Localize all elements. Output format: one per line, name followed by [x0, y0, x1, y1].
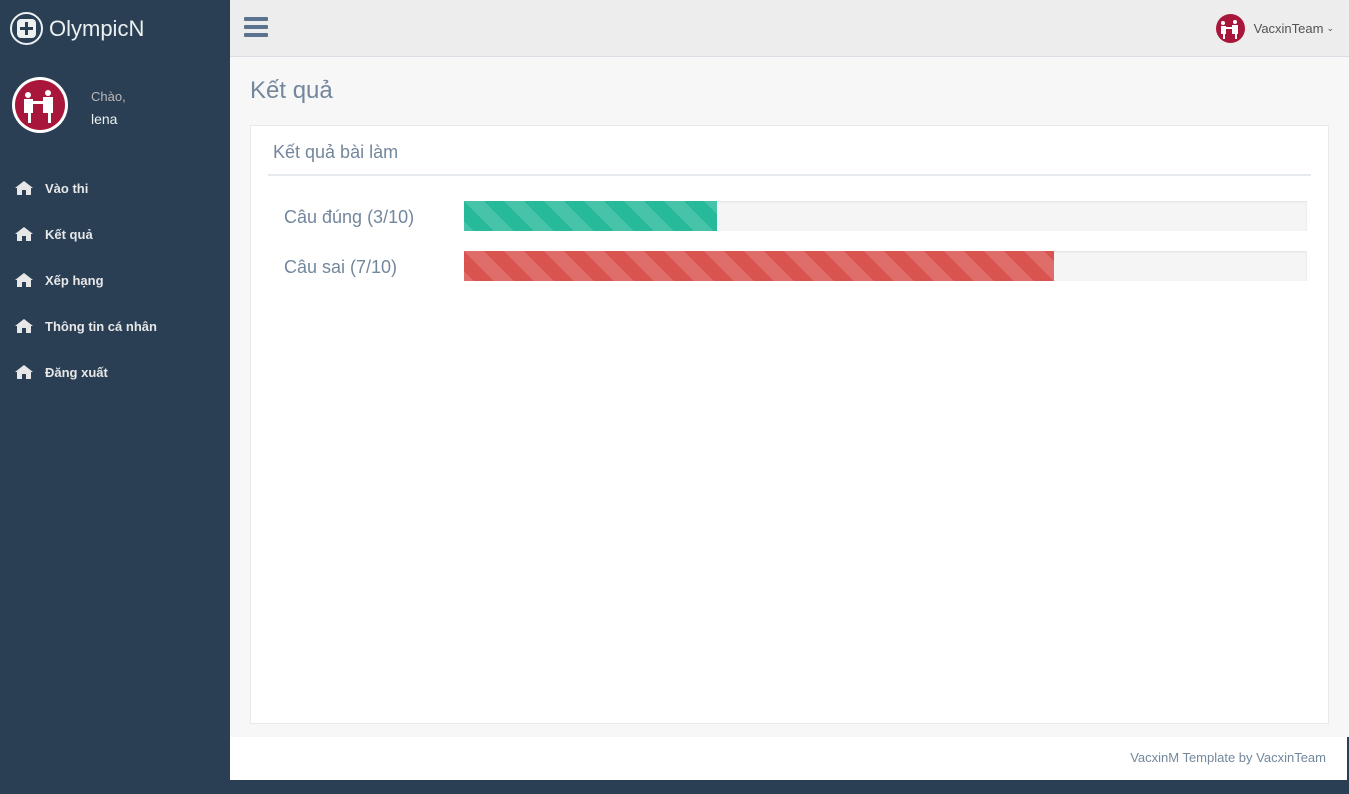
user-menu[interactable]: VacxinTeam ⌄	[1215, 14, 1334, 43]
brand[interactable]: OlympicN	[0, 0, 230, 57]
progress-bar-correct	[464, 201, 717, 231]
sidebar-item-label: Xếp hạng	[45, 272, 104, 288]
sidebar-item-label: Kết quả	[45, 226, 93, 242]
stat-row-correct: Câu đúng (3/10)	[284, 201, 1314, 231]
progress-track	[464, 201, 1307, 231]
results-panel: Kết quả bài làm Câu đúng (3/10) Câu sai …	[250, 125, 1329, 724]
home-icon	[15, 365, 33, 379]
sidebar-item-label: Thông tin cá nhân	[45, 318, 157, 334]
divider	[268, 174, 1311, 176]
main-content: Kết quả Kết quả bài làm Câu đúng (3/10) …	[230, 57, 1349, 737]
sidebar-item-label: Đăng xuất	[45, 364, 108, 380]
progress-bar-wrong	[464, 251, 1055, 281]
home-icon	[15, 181, 33, 195]
sidebar-menu: Vào thi Kết quả Xếp hạng Thông tin cá nh…	[0, 165, 230, 395]
page-title: Kết quả	[250, 77, 333, 104]
username: lena	[91, 111, 118, 127]
stat-label: Câu sai (7/10)	[284, 257, 398, 277]
profile: Chào, lena	[0, 57, 230, 157]
home-icon	[15, 319, 33, 333]
hamburger-icon[interactable]	[244, 17, 268, 39]
sidebar-item-label: Vào thi	[45, 180, 89, 196]
home-icon	[15, 227, 33, 241]
panel-title: Kết quả bài làm	[273, 142, 399, 162]
stat-row-wrong: Câu sai (7/10)	[284, 251, 1314, 281]
top-nav: VacxinTeam ⌄	[230, 0, 1349, 57]
sidebar-item-ket-qua[interactable]: Kết quả	[0, 211, 230, 257]
user-name: VacxinTeam	[1253, 21, 1324, 36]
sidebar-item-xep-hang[interactable]: Xếp hạng	[0, 257, 230, 303]
sidebar-item-thong-tin[interactable]: Thông tin cá nhân	[0, 303, 230, 349]
brand-name: OlympicN	[49, 15, 145, 41]
avatar	[12, 77, 68, 133]
chevron-down-icon: ⌄	[1326, 23, 1334, 33]
sidebar: OlympicN Chào, lena Vào thi Kết quả Xếp …	[0, 0, 230, 794]
sidebar-item-dang-xuat[interactable]: Đăng xuất	[0, 349, 230, 395]
greeting-label: Chào,	[91, 89, 126, 104]
footer: VacxinM Template by VacxinTeam	[230, 737, 1347, 780]
progress-track	[464, 251, 1307, 281]
stat-label: Câu đúng (3/10)	[284, 207, 415, 227]
sidebar-item-vao-thi[interactable]: Vào thi	[0, 165, 230, 211]
home-icon	[15, 273, 33, 287]
plus-square-icon	[10, 12, 43, 45]
avatar	[1215, 14, 1245, 43]
footer-text: VacxinM Template by VacxinTeam	[1130, 750, 1326, 765]
